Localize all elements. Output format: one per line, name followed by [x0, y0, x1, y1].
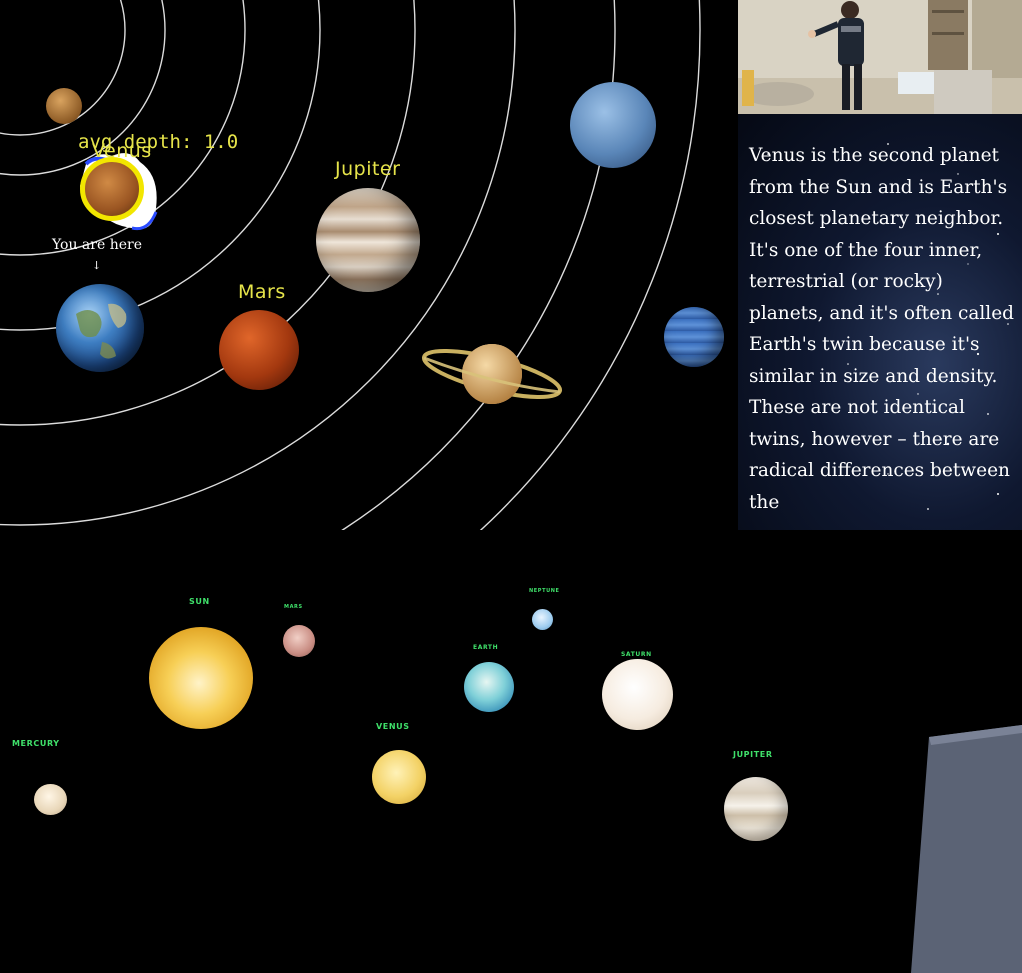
solar-system-map[interactable]: Venus avg depth: 1.0 You are here ↓ Mars…	[0, 0, 738, 530]
mars-planet[interactable]	[219, 310, 299, 390]
venus-planet[interactable]	[80, 157, 144, 221]
mars-sphere[interactable]	[283, 625, 315, 657]
jupiter-sphere[interactable]	[724, 777, 788, 841]
solar-system-3d-view[interactable]: SUN MARS NEPTUNE EARTH SATURN MERCURY VE…	[0, 530, 1022, 973]
mars-label: Mars	[238, 281, 286, 303]
sun-sphere[interactable]	[149, 627, 253, 729]
you-are-here-label: You are here	[52, 237, 142, 253]
planet-info-panel: Venus is the second planet from the Sun …	[738, 114, 1022, 530]
jupiter-planet[interactable]	[316, 188, 420, 292]
down-arrow-icon: ↓	[92, 259, 102, 272]
jupiter-label-3d: JUPITER	[733, 750, 773, 759]
saturn-label-3d: SATURN	[621, 651, 652, 658]
webcam-feed	[738, 0, 1022, 114]
neptune-label-3d: NEPTUNE	[529, 588, 560, 594]
mercury-planet[interactable]	[46, 88, 82, 124]
sun-label: SUN	[189, 597, 210, 606]
mercury-sphere[interactable]	[34, 784, 67, 815]
earth-label-3d: EARTH	[473, 644, 499, 651]
webcam-scene	[738, 0, 1022, 114]
avg-depth-readout: avg depth: 1.0	[78, 131, 239, 153]
saturn-sphere[interactable]	[602, 659, 673, 730]
earth-continents	[76, 303, 127, 359]
uranus-planet[interactable]	[570, 82, 656, 168]
mars-label-3d: MARS	[284, 604, 303, 610]
venus-sphere[interactable]	[372, 750, 426, 804]
mercury-label-3d: MERCURY	[12, 739, 60, 748]
earth-sphere[interactable]	[464, 662, 514, 712]
neptune-planet[interactable]	[664, 307, 724, 367]
cube-object[interactable]	[905, 725, 1022, 973]
venus-label-3d: VENUS	[376, 722, 410, 731]
jupiter-label: Jupiter	[335, 158, 401, 180]
neptune-sphere[interactable]	[532, 609, 553, 630]
saturn-planet[interactable]	[420, 338, 566, 412]
planet-description: Venus is the second planet from the Sun …	[749, 145, 1014, 513]
